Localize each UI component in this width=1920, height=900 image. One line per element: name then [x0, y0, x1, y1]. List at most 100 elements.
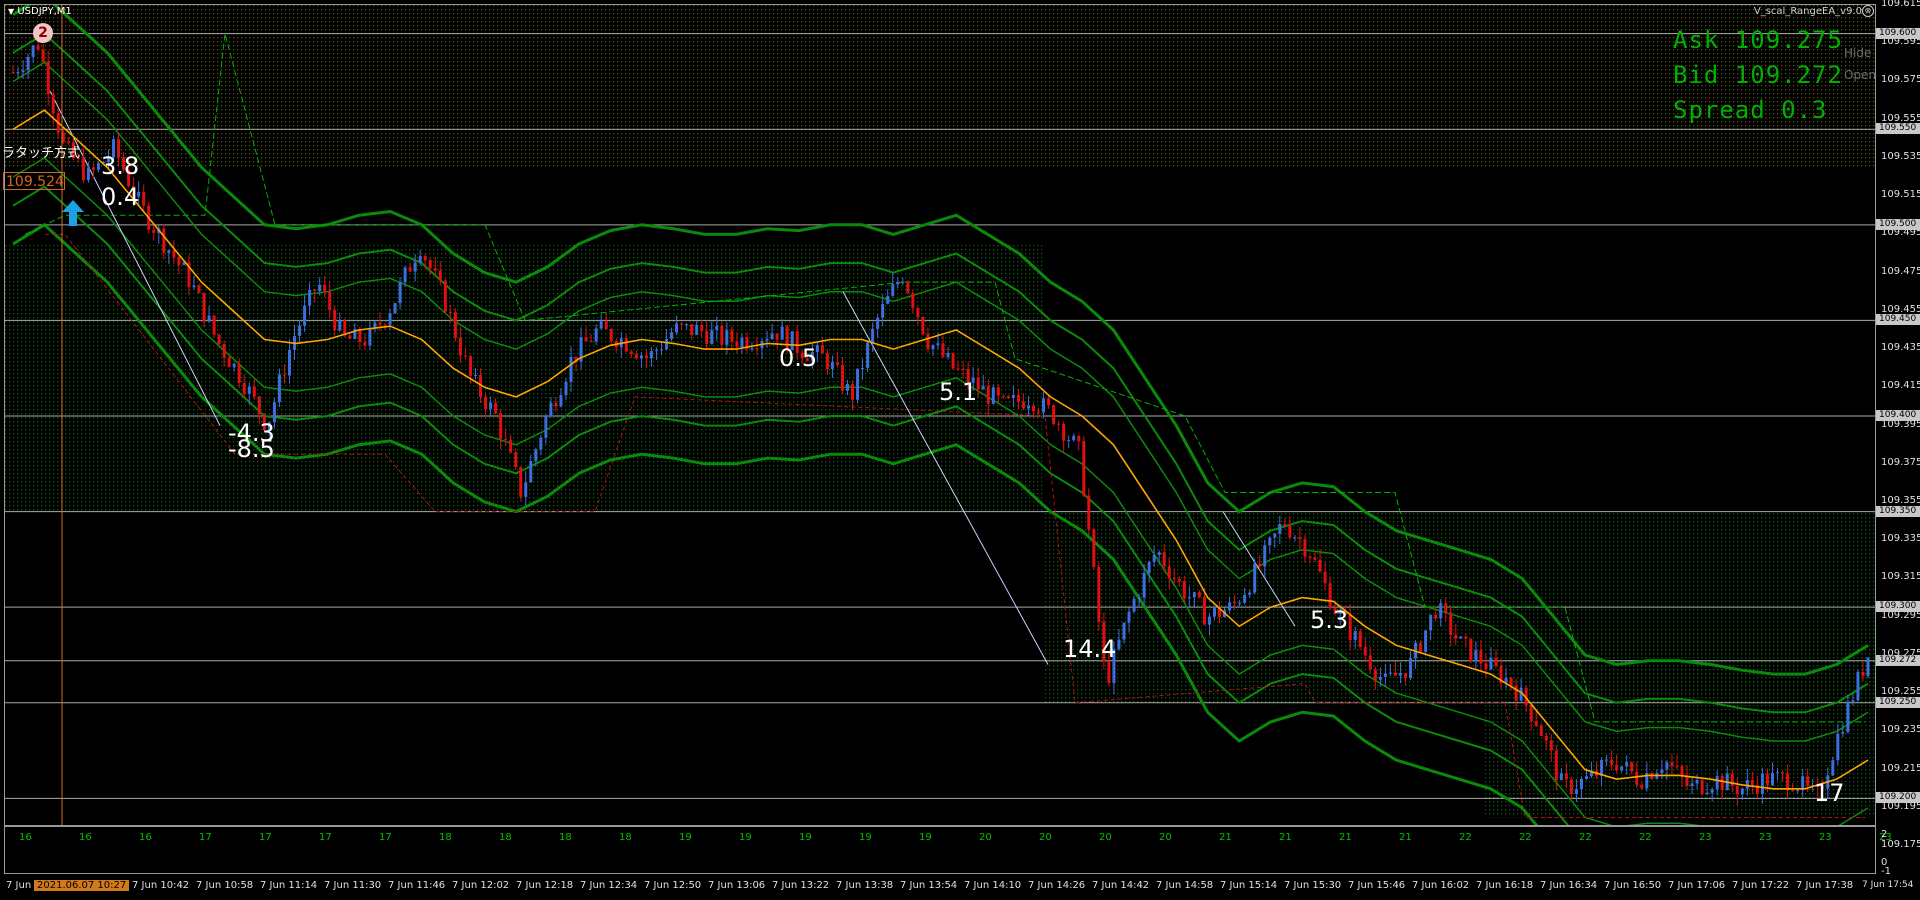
candle-body — [308, 289, 312, 306]
candle-body — [1610, 759, 1614, 765]
candle-body — [1765, 773, 1769, 786]
candle-body — [1474, 650, 1478, 662]
oscillator-label: 19 — [799, 832, 812, 843]
price-level-badge: 109.200 — [1876, 792, 1920, 804]
candle-body — [1509, 677, 1513, 686]
candle-body — [1750, 780, 1754, 785]
candle-body — [1735, 785, 1739, 795]
candle-body — [1579, 778, 1583, 790]
candle-body — [1052, 405, 1056, 424]
candle-body — [81, 158, 85, 181]
oscillator-label: 19 — [919, 832, 932, 843]
candle-body — [363, 342, 367, 346]
candle-body — [1207, 616, 1211, 625]
candle-body — [514, 452, 518, 467]
buy-arrow-icon — [62, 200, 84, 226]
oscillator-label: 16 — [19, 832, 32, 843]
time-axis-label: 7 Jun 16:50 — [1604, 880, 1662, 891]
candle-body — [659, 349, 663, 351]
candle-body — [705, 331, 709, 344]
candle-body — [227, 357, 231, 368]
time-axis-label: 7 Jun 10:42 — [132, 880, 190, 891]
oscillator-label: 21 — [1339, 832, 1352, 843]
hide-button[interactable]: Hide — [1844, 46, 1871, 60]
candle-body — [1866, 657, 1870, 677]
chart-window[interactable]: ▼ USDJPY,M1 V_scal_RangeEA_v9.0 ⊗ Ask 10… — [0, 0, 1920, 900]
oscillator-label: 20 — [1159, 832, 1172, 843]
candle-body — [740, 337, 744, 348]
candle-body — [1861, 671, 1865, 677]
candle-body — [1283, 524, 1287, 527]
candle-body — [1147, 562, 1151, 574]
candle-body — [458, 337, 462, 356]
candle-body — [142, 191, 146, 206]
oscillator-label: 17 — [199, 832, 212, 843]
oscillator-label: 19 — [859, 832, 872, 843]
candle-body — [1358, 631, 1362, 648]
spread-quote: Spread 0.3 — [1673, 96, 1828, 124]
candle-body — [21, 70, 25, 73]
candle-body — [499, 413, 503, 439]
candle-body — [1177, 578, 1181, 582]
candle-body — [1429, 614, 1433, 631]
oscillator-label: 20 — [979, 832, 992, 843]
time-axis-label: 7 Jun 16:34 — [1540, 880, 1598, 891]
candle-body — [1167, 566, 1171, 579]
candle-body — [1675, 766, 1679, 768]
collapse-icon[interactable]: ▼ — [8, 7, 14, 16]
oscillator-label: 18 — [619, 832, 632, 843]
candle-body — [313, 289, 317, 292]
candle-body — [665, 338, 669, 350]
price-chart-svg[interactable] — [5, 5, 1876, 826]
candle-body — [1776, 772, 1780, 774]
candle-body — [413, 262, 417, 272]
candle-body — [489, 402, 493, 410]
candle-body — [1745, 780, 1749, 789]
price-level-badge: 109.500 — [1876, 218, 1920, 230]
price-level-badge: 109.550 — [1876, 123, 1920, 135]
candle-body — [328, 291, 332, 311]
candle-body — [358, 328, 362, 343]
candle-body — [423, 256, 427, 261]
candle-body — [1067, 440, 1071, 442]
candle-body — [403, 267, 407, 283]
candle-body — [1640, 784, 1644, 789]
candle-body — [1137, 597, 1141, 599]
candle-body — [1273, 533, 1277, 538]
candle-body — [1016, 395, 1020, 402]
candle-body — [539, 437, 543, 450]
oscillator-label: 23 — [1699, 832, 1712, 843]
oscillator-panel[interactable] — [4, 826, 1876, 874]
candle-body — [298, 325, 302, 336]
candle-body — [916, 307, 920, 318]
candle-body — [1831, 760, 1835, 776]
candle-body — [896, 282, 900, 285]
candle-body — [820, 345, 824, 354]
candle-body — [549, 402, 553, 417]
candle-body — [1308, 556, 1312, 558]
candle-body — [202, 292, 206, 322]
candle-body — [1404, 673, 1408, 679]
candle-body — [1479, 650, 1483, 664]
candle-body — [1026, 405, 1030, 409]
candle-body — [383, 324, 387, 326]
candle-body — [1062, 424, 1066, 441]
candle-body — [1464, 636, 1468, 639]
time-axis-label: 7 Jun 11:46 — [388, 880, 446, 891]
time-axis-label: 7 Jun 11:14 — [260, 880, 318, 891]
candle-body — [1836, 733, 1840, 761]
oscillator-label: 17 — [259, 832, 272, 843]
candle-body — [951, 352, 955, 369]
candle-body — [1293, 537, 1297, 539]
candle-body — [1439, 603, 1443, 619]
candle-body — [338, 320, 342, 331]
oscillator-label: 16 — [79, 832, 92, 843]
candle-body — [755, 348, 759, 350]
candle-body — [1001, 395, 1005, 397]
candle-body — [463, 355, 467, 357]
oscillator-label: 16 — [139, 832, 152, 843]
ea-close-icon[interactable]: ⊗ — [1862, 5, 1874, 17]
main-chart-area[interactable] — [4, 4, 1876, 826]
candle-body — [408, 267, 412, 272]
open-button[interactable]: Open — [1844, 68, 1876, 82]
